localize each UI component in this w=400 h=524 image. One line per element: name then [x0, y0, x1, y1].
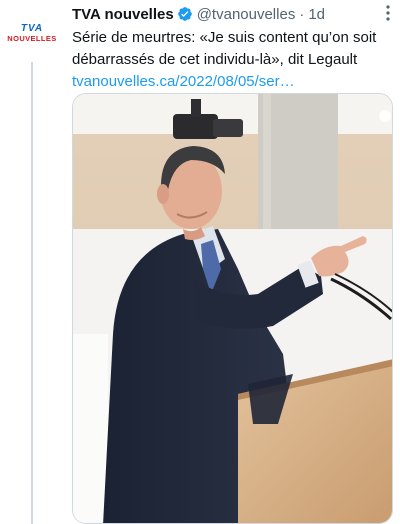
thread-line	[31, 62, 33, 524]
more-options-icon[interactable]	[380, 4, 396, 22]
press-conference-photo	[73, 94, 392, 523]
tweet-content: TVA nouvelles @tvanouvelles · 1d Série d…	[72, 0, 394, 524]
tweet-header: TVA nouvelles @tvanouvelles · 1d	[72, 0, 394, 28]
tweet-link[interactable]: tvanouvelles.ca/2022/08/05/ser…	[72, 71, 394, 93]
avatar[interactable]: TVA NOUVELLES	[6, 22, 58, 44]
tweet-text: Série de meurtres: «Je suis content qu’o…	[72, 29, 377, 68]
account-name[interactable]: TVA nouvelles	[72, 6, 174, 23]
verified-badge-icon	[177, 7, 192, 21]
tweet-time[interactable]: 1d	[308, 6, 325, 23]
logo-top-text: TVA	[20, 22, 44, 34]
separator-dot: ·	[299, 5, 305, 23]
logo-bottom-text: NOUVELLES	[7, 33, 57, 43]
account-handle[interactable]: @tvanouvelles	[197, 6, 296, 23]
tweet-media-image[interactable]	[72, 93, 393, 524]
